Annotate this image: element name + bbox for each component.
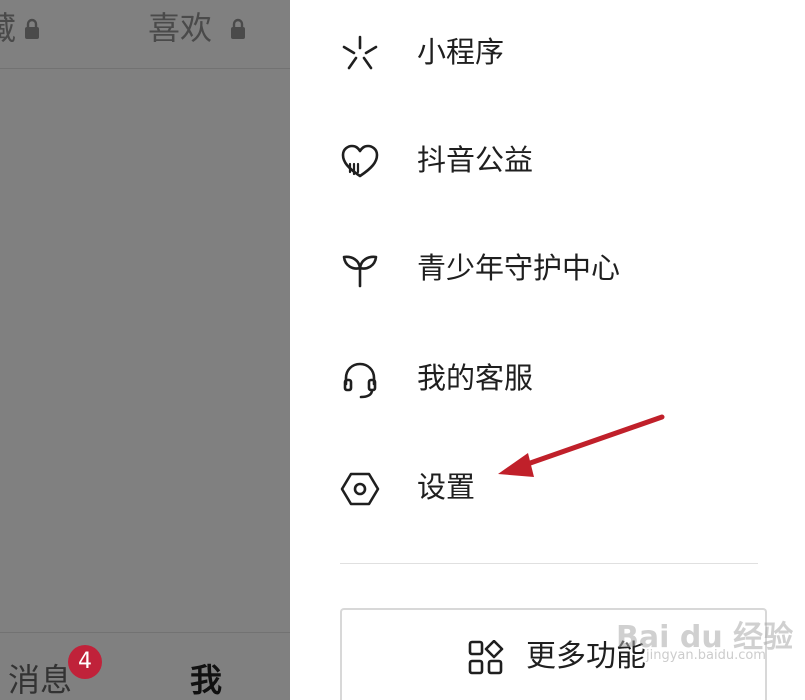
headset-icon — [343, 362, 377, 399]
grid-apps-icon — [468, 640, 504, 675]
lock-icon — [231, 18, 245, 39]
tab-collection[interactable]: 藏 — [0, 8, 16, 48]
messages-badge: 4 — [68, 645, 102, 679]
dimmed-overlay[interactable]: 藏 喜欢 消息 4 我 — [0, 0, 290, 700]
settings-hexagon-icon — [340, 472, 380, 506]
menu-item-label: 抖音公益 — [417, 143, 534, 177]
menu-item-label: 我的客服 — [417, 361, 534, 395]
menu-item-label: 小程序 — [417, 35, 505, 69]
nav-messages[interactable]: 消息 — [8, 660, 72, 700]
nav-me[interactable]: 我 — [190, 660, 222, 700]
drawer-divider — [340, 563, 758, 564]
menu-item-youth-protection[interactable]: 青少年守护中心 — [290, 236, 805, 300]
tabs-divider — [0, 68, 290, 69]
menu-item-label: 青少年守护中心 — [417, 251, 621, 285]
charity-heart-icon — [341, 144, 379, 178]
menu-item-label: 设置 — [417, 470, 476, 504]
bottom-nav-divider — [0, 632, 290, 633]
annotation-arrow — [498, 414, 665, 477]
menu-item-charity[interactable]: 抖音公益 — [290, 128, 805, 192]
watermark-url: jingyan.baidu.com — [646, 648, 766, 663]
lock-icon — [25, 18, 39, 39]
mini-program-icon — [342, 35, 378, 70]
menu-item-mini-program[interactable]: 小程序 — [290, 20, 805, 84]
side-drawer: 小程序 抖音公益 青少年守护中心 我的客服 设置 更多功能 — [290, 0, 805, 700]
tab-likes[interactable]: 喜欢 — [148, 8, 212, 48]
menu-item-customer-service[interactable]: 我的客服 — [290, 346, 805, 410]
sprout-icon — [342, 255, 378, 288]
